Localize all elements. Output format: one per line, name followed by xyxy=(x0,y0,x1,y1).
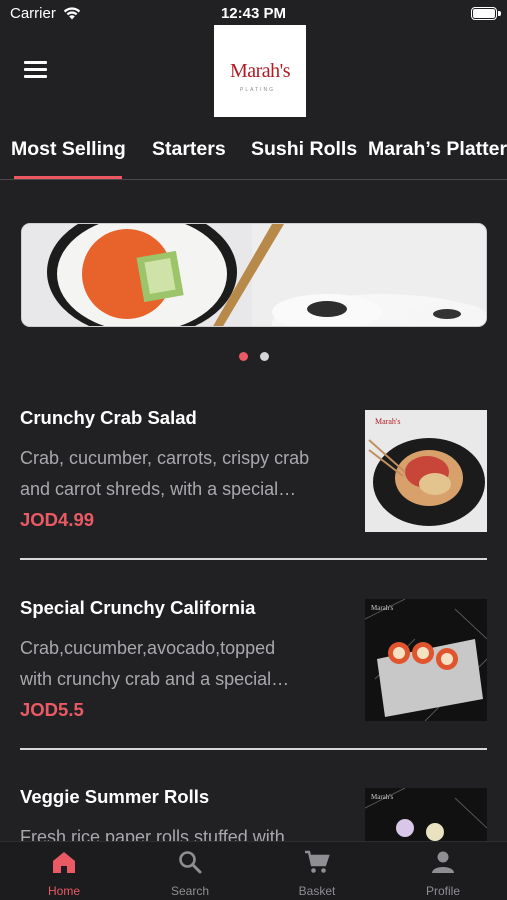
item-price: JOD5.5 xyxy=(20,699,84,720)
profile-icon xyxy=(432,851,454,873)
item-description: Crab, cucumber, carrots, crispy crab and … xyxy=(20,448,310,499)
menu-item[interactable]: Special Crunchy California Crab,cucumber… xyxy=(0,597,507,787)
search-icon xyxy=(179,851,202,874)
nav-label: Profile xyxy=(425,884,460,898)
item-description: Crab,cucumber,avocado,topped with crunchy… xyxy=(20,638,290,689)
tab-most-selling[interactable]: Most Selling xyxy=(11,138,126,161)
cart-icon xyxy=(305,850,330,873)
item-description: Fresh rice paper rolls stuffed with xyxy=(20,827,285,841)
pagination-dot[interactable] xyxy=(260,352,269,361)
item-name: Veggie Summer Rolls xyxy=(20,786,210,807)
item-name: Special Crunchy California xyxy=(20,597,256,618)
nav-home[interactable]: Home xyxy=(1,842,127,900)
nav-search[interactable]: Search xyxy=(127,842,253,900)
menu-item[interactable]: Crunchy Crab Salad Crab, cucumber, carro… xyxy=(0,407,507,597)
category-tabs: Most Selling Starters Sushi Rolls Marah’… xyxy=(0,130,507,180)
battery-icon xyxy=(471,7,497,20)
logo-text: Marah's xyxy=(229,59,291,82)
divider xyxy=(20,748,487,750)
nav-label: Search xyxy=(170,884,210,898)
active-tab-indicator xyxy=(14,176,122,179)
promo-banner[interactable] xyxy=(21,223,487,327)
nav-label: Basket xyxy=(298,884,336,898)
tab-marahs-platters[interactable]: Marah’s Platters xyxy=(368,138,507,161)
menu-item[interactable]: Veggie Summer Rolls Fresh rice paper rol… xyxy=(0,786,507,841)
menu-icon[interactable] xyxy=(24,61,47,81)
battery-tip xyxy=(498,11,501,16)
home-icon xyxy=(53,852,75,873)
svg-text:Marah's: Marah's xyxy=(371,793,394,801)
item-image: Marah's xyxy=(365,599,487,721)
status-time: 12:43 PM xyxy=(220,5,287,22)
nav-basket[interactable]: Basket xyxy=(254,842,380,900)
item-name: Crunchy Crab Salad xyxy=(20,407,197,428)
banner-pagination xyxy=(239,352,269,362)
nav-profile[interactable]: Profile xyxy=(380,842,506,900)
tab-sushi-rolls[interactable]: Sushi Rolls xyxy=(251,138,357,161)
divider xyxy=(20,558,487,560)
pagination-dot-active[interactable] xyxy=(239,352,248,361)
bottom-nav: Home Search Basket Profile xyxy=(0,841,507,900)
item-image: Marah's xyxy=(365,410,487,532)
item-price: JOD4.99 xyxy=(20,509,95,530)
svg-text:Marah's: Marah's xyxy=(375,417,400,426)
status-bar: Carrier 12:43 PM xyxy=(0,0,507,28)
item-image: Marah's xyxy=(365,788,487,841)
tab-starters[interactable]: Starters xyxy=(152,138,226,161)
svg-text:Marah's: Marah's xyxy=(371,604,394,612)
logo-subtext: PLATING xyxy=(240,87,276,93)
logo: Marah's PLATING xyxy=(214,25,306,117)
nav-label: Home xyxy=(47,884,80,898)
banner-image xyxy=(22,224,486,326)
